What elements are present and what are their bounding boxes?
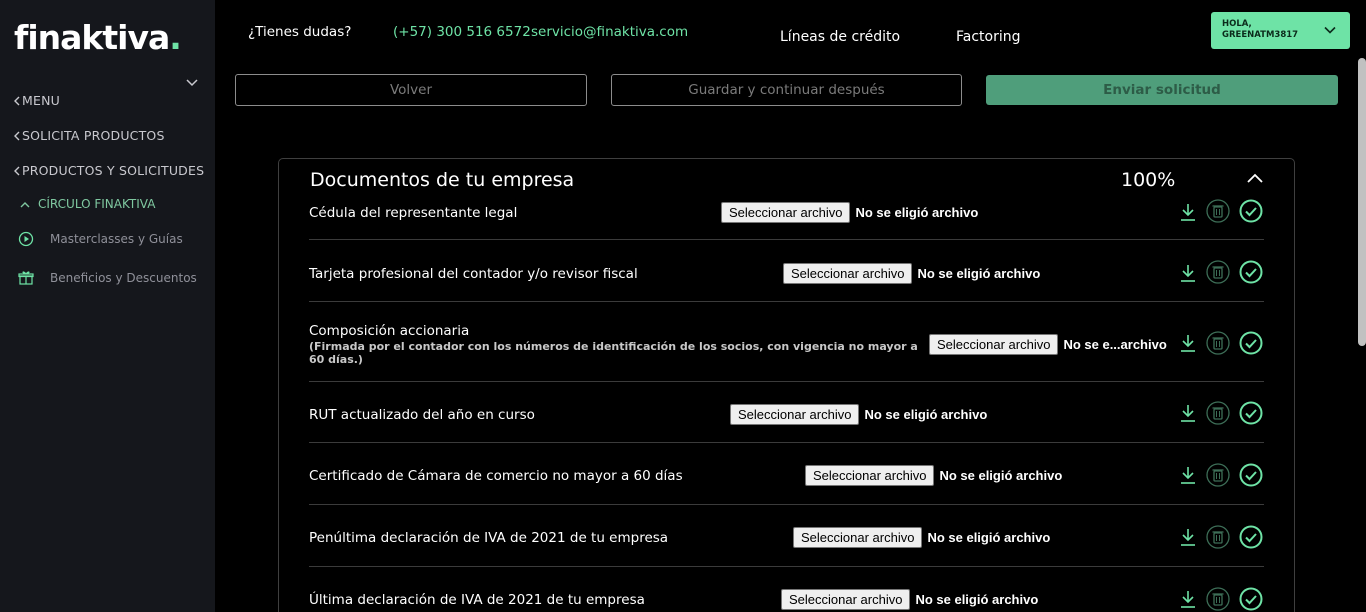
chevron-up-icon — [20, 201, 30, 207]
sidebar-item-solicita-productos[interactable]: SOLICITA PRODUCTOS — [14, 128, 165, 143]
trash-icon[interactable] — [1206, 463, 1230, 487]
document-label: Tarjeta profesional del contador y/o rev… — [309, 266, 638, 282]
chevron-left-icon — [14, 131, 20, 140]
select-file-button[interactable]: Seleccionar archivo — [721, 202, 851, 223]
file-input[interactable]: Seleccionar archivo No se eligió archivo — [793, 527, 1050, 548]
documents-title: Documentos de tu empresa — [310, 169, 575, 191]
download-icon[interactable] — [1179, 202, 1197, 222]
sidebar-item-label: SOLICITA PRODUCTOS — [22, 128, 165, 143]
document-label: Última declaración de IVA de 2021 de tu … — [309, 592, 645, 608]
select-file-button[interactable]: Seleccionar archivo — [730, 404, 860, 425]
trash-icon[interactable] — [1206, 525, 1230, 549]
select-file-button[interactable]: Seleccionar archivo — [793, 527, 923, 548]
file-status: No se eligió archivo — [939, 468, 1063, 483]
check-circle-icon — [1239, 401, 1263, 425]
document-row: Certificado de Cámara de comercio no may… — [309, 443, 1264, 505]
document-label: Penúltima declaración de IVA de 2021 de … — [309, 530, 669, 546]
document-row: RUT actualizado del año en curso Selecci… — [309, 382, 1264, 443]
check-circle-icon — [1239, 331, 1263, 355]
chevron-up-icon[interactable] — [1246, 172, 1264, 184]
sidebar: finaktiva. MENU SOLICITA PRODUCTOS PRODU… — [0, 0, 215, 612]
download-icon[interactable] — [1179, 465, 1197, 485]
user-menu-button[interactable]: HOLA, GREENATM3817 — [1211, 12, 1350, 49]
trash-icon[interactable] — [1206, 199, 1230, 223]
document-label: Composición accionaria — [309, 323, 470, 339]
download-icon[interactable] — [1179, 333, 1197, 353]
help-question: ¿Tienes dudas? — [248, 24, 352, 40]
sidebar-link-label: Beneficios y Descuentos — [50, 271, 197, 285]
trash-icon[interactable] — [1206, 331, 1230, 355]
file-input[interactable]: Seleccionar archivo No se e...archivo — [929, 334, 1167, 355]
select-file-button[interactable]: Seleccionar archivo — [783, 263, 913, 284]
document-row: Composición accionaria (Firmada por el c… — [309, 302, 1264, 382]
select-file-button[interactable]: Seleccionar archivo — [805, 465, 935, 486]
download-icon[interactable] — [1179, 527, 1197, 547]
select-file-button[interactable]: Seleccionar archivo — [929, 334, 1059, 355]
help-email-link[interactable]: servicio@finaktiva.com — [531, 24, 688, 40]
select-file-button[interactable]: Seleccionar archivo — [781, 589, 911, 610]
play-circle-icon — [18, 231, 34, 247]
document-row: Penúltima declaración de IVA de 2021 de … — [309, 505, 1264, 567]
sidebar-link-masterclasses[interactable]: Masterclasses y Guías — [18, 231, 183, 247]
trash-icon[interactable] — [1206, 260, 1230, 284]
chevron-down-icon[interactable] — [185, 76, 199, 90]
file-status: No se eligió archivo — [915, 592, 1039, 607]
back-button[interactable]: Volver — [235, 74, 587, 106]
sidebar-item-label: MENU — [22, 93, 60, 108]
sidebar-item-circulo-finaktiva[interactable]: CÍRCULO FINAKTIVA — [20, 197, 155, 211]
download-icon[interactable] — [1179, 403, 1197, 423]
document-row: Tarjeta profesional del contador y/o rev… — [309, 240, 1264, 302]
document-label: RUT actualizado del año en curso — [309, 407, 535, 423]
check-circle-icon — [1239, 463, 1263, 487]
trash-icon[interactable] — [1206, 587, 1230, 611]
chevron-down-icon — [1324, 26, 1336, 34]
download-icon[interactable] — [1179, 263, 1197, 283]
documents-progress: 100% — [1121, 169, 1176, 191]
document-label: Certificado de Cámara de comercio no may… — [309, 468, 683, 484]
sidebar-item-label: CÍRCULO FINAKTIVA — [38, 197, 156, 211]
document-row: Última declaración de IVA de 2021 de tu … — [309, 567, 1264, 612]
check-circle-icon — [1239, 587, 1263, 611]
nav-lineas-de-credito[interactable]: Líneas de crédito — [780, 29, 900, 45]
sidebar-link-beneficios[interactable]: Beneficios y Descuentos — [18, 270, 197, 286]
file-input[interactable]: Seleccionar archivo No se eligió archivo — [783, 263, 1040, 284]
finaktiva-logo[interactable]: finaktiva. — [14, 18, 182, 57]
file-input[interactable]: Seleccionar archivo No se eligió archivo — [721, 202, 978, 223]
file-status: No se eligió archivo — [855, 205, 979, 220]
sidebar-link-label: Masterclasses y Guías — [50, 232, 183, 246]
sidebar-item-productos-y-solicitudes[interactable]: PRODUCTOS Y SOLICITUDES — [14, 163, 204, 178]
check-circle-icon — [1239, 199, 1263, 223]
file-input[interactable]: Seleccionar archivo No se eligió archivo — [805, 465, 1062, 486]
gift-icon — [18, 271, 34, 285]
submit-button[interactable]: Enviar solicitud — [986, 75, 1338, 105]
document-note: (Firmada por el contador con los números… — [309, 340, 918, 366]
page-scrollbar[interactable] — [1358, 58, 1366, 346]
sidebar-item-menu[interactable]: MENU — [14, 93, 60, 108]
check-circle-icon — [1239, 525, 1263, 549]
help-phone-link[interactable]: (+57) 300 516 6572 — [393, 24, 531, 40]
sidebar-item-label: PRODUCTOS Y SOLICITUDES — [22, 163, 205, 178]
chevron-left-icon — [14, 96, 20, 105]
save-later-button[interactable]: Guardar y continuar después — [611, 74, 962, 106]
trash-icon[interactable] — [1206, 401, 1230, 425]
nav-factoring[interactable]: Factoring — [956, 29, 1021, 45]
file-input[interactable]: Seleccionar archivo No se eligió archivo — [781, 589, 1038, 610]
document-label: Cédula del representante legal — [309, 205, 518, 221]
file-status: No se e...archivo — [1063, 337, 1167, 352]
check-circle-icon — [1239, 260, 1263, 284]
file-input[interactable]: Seleccionar archivo No se eligió archivo — [730, 404, 987, 425]
download-icon[interactable] — [1179, 589, 1197, 609]
document-row: Cédula del representante legal Seleccion… — [309, 196, 1264, 240]
chevron-left-icon — [14, 166, 20, 175]
file-status: No se eligió archivo — [927, 530, 1051, 545]
file-status: No se eligió archivo — [864, 407, 988, 422]
file-status: No se eligió archivo — [917, 266, 1041, 281]
